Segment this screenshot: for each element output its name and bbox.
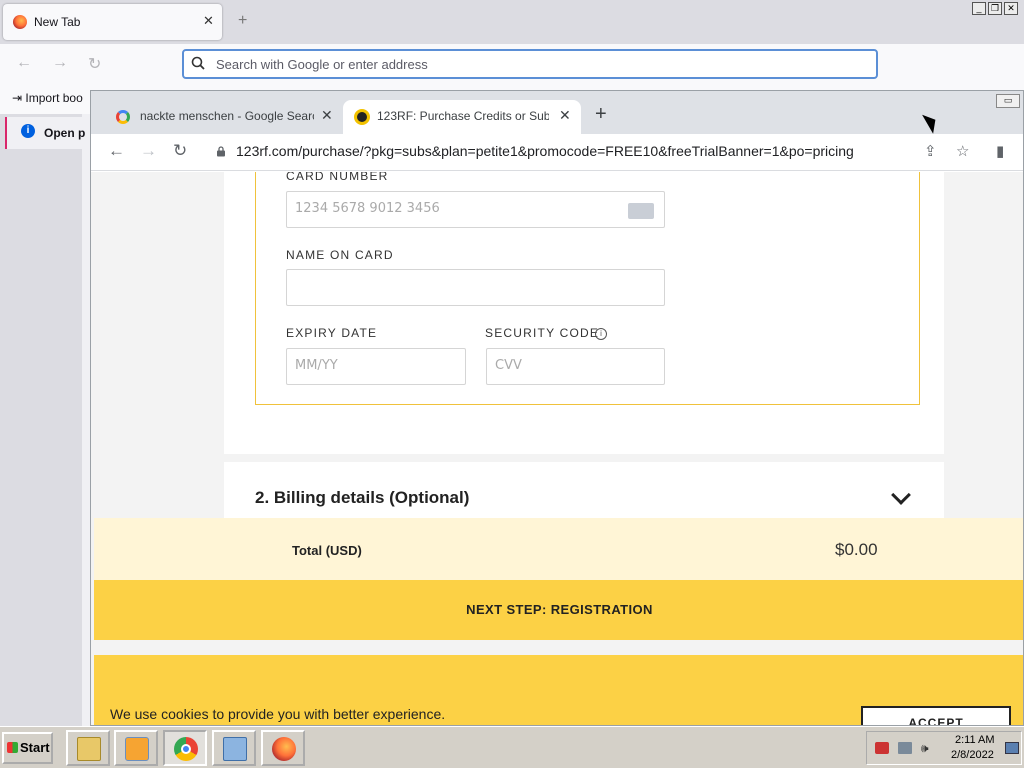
- chrome-window: nackte menschen - Google Search ✕ 123RF:…: [90, 90, 1024, 726]
- firefox-tab-bar: New Tab ✕ + _ ❐ ✕: [0, 0, 1024, 44]
- sidebar-open-label: Open p: [44, 126, 86, 140]
- taskbar-media-player[interactable]: [114, 730, 158, 766]
- next-step-registration-button[interactable]: NEXT STEP: REGISTRATION: [94, 580, 1023, 640]
- expiry-date-label: EXPIRY DATE: [286, 326, 378, 340]
- address-placeholder: Search with Google or enter address: [216, 57, 428, 72]
- chrome-tab-bar: nackte menschen - Google Search ✕ 123RF:…: [91, 91, 1023, 134]
- windows-logo-icon: [7, 742, 18, 753]
- security-code-field[interactable]: CVV: [486, 348, 665, 385]
- lock-icon[interactable]: [216, 146, 226, 157]
- reload-icon[interactable]: ↻: [173, 141, 187, 161]
- taskbar-chrome[interactable]: [163, 730, 207, 766]
- cookie-banner: We use cookies to provide you with bette…: [94, 655, 1023, 725]
- new-tab-icon[interactable]: +: [595, 103, 607, 126]
- forward-arrow-icon[interactable]: →: [140, 141, 157, 161]
- card-number-label: CARD NUMBER: [286, 172, 389, 183]
- close-icon[interactable]: ✕: [559, 107, 571, 124]
- firefox-tab-title: New Tab: [34, 15, 81, 29]
- star-icon[interactable]: ☆: [956, 142, 969, 160]
- credit-card-icon: [628, 203, 654, 219]
- security-code-label: SECURITY CODE: [485, 326, 600, 340]
- cvv-placeholder: CVV: [495, 358, 522, 373]
- start-label: Start: [20, 740, 50, 755]
- firefox-sidebar: [0, 114, 82, 726]
- cookie-message: We use cookies to provide you with bette…: [110, 706, 446, 722]
- network-icon[interactable]: [898, 742, 912, 754]
- firefox-sidebar-open-item[interactable]: i Open p: [5, 117, 86, 149]
- restore-button[interactable]: ❐: [988, 2, 1002, 15]
- url-text[interactable]: 123rf.com/purchase/?pkg=subs&plan=petite…: [236, 143, 854, 159]
- tab-google-search[interactable]: nackte menschen - Google Search ✕: [106, 100, 346, 134]
- firefox-address-bar[interactable]: Search with Google or enter address: [182, 49, 878, 79]
- close-icon[interactable]: ✕: [321, 107, 333, 124]
- chrome-icon-center: [181, 744, 191, 754]
- close-window-button[interactable]: ✕: [1004, 2, 1018, 15]
- tab-title: nackte menschen - Google Search: [140, 109, 314, 123]
- firefox-icon: [272, 737, 296, 761]
- 123rf-icon: [354, 109, 370, 125]
- total-label: Total (USD): [292, 543, 362, 558]
- back-arrow-icon[interactable]: ←: [108, 141, 125, 161]
- import-bookmarks-link[interactable]: ⇥ Import boo: [12, 91, 83, 105]
- search-icon: [191, 56, 205, 70]
- minimize-button[interactable]: ▭: [996, 94, 1020, 108]
- google-icon: [116, 110, 130, 124]
- new-tab-icon[interactable]: +: [238, 12, 247, 30]
- taskbar-firefox[interactable]: [261, 730, 305, 766]
- accept-cookies-button[interactable]: ACCEPT: [861, 706, 1011, 725]
- chrome-toolbar: ← → ↻ 123rf.com/purchase/?pkg=subs&plan=…: [91, 134, 1023, 171]
- info-icon[interactable]: i: [595, 328, 607, 340]
- expiry-date-field[interactable]: MM/YY: [286, 348, 466, 385]
- media-player-icon: [125, 737, 149, 761]
- expiry-placeholder: MM/YY: [295, 358, 338, 373]
- firefox-icon: [13, 15, 27, 29]
- name-on-card-label: NAME ON CARD: [286, 248, 394, 262]
- share-icon[interactable]: ⇪: [924, 142, 937, 160]
- info-icon: i: [21, 124, 35, 138]
- total-value: $0.00: [835, 540, 878, 559]
- clock-time[interactable]: 2:11 AM: [955, 734, 995, 746]
- firefox-tab-new-tab[interactable]: New Tab ✕: [3, 4, 222, 40]
- card-number-field[interactable]: 1234 5678 9012 3456: [286, 191, 665, 228]
- volume-icon[interactable]: 🕪: [921, 742, 935, 754]
- security-alert-icon[interactable]: [875, 742, 889, 754]
- reload-icon[interactable]: ↻: [88, 54, 101, 74]
- billing-details-section[interactable]: 2. Billing details (Optional): [224, 462, 944, 522]
- start-button[interactable]: Start: [2, 732, 53, 764]
- control-panel-icon: [223, 737, 247, 761]
- side-panel-icon[interactable]: ▮: [996, 142, 1004, 160]
- import-icon: ⇥: [12, 91, 26, 105]
- folder-icon: [77, 737, 101, 761]
- taskbar-file-explorer[interactable]: [66, 730, 110, 766]
- billing-details-title: 2. Billing details (Optional): [255, 488, 470, 507]
- name-on-card-field[interactable]: [286, 269, 665, 306]
- tab-title: 123RF: Purchase Credits or Subscrit: [377, 109, 549, 123]
- taskbar: Start 🕪 2:11 AM 2/8/2022: [0, 726, 1024, 768]
- tab-123rf-purchase[interactable]: 123RF: Purchase Credits or Subscrit ✕: [343, 100, 581, 134]
- chrome-icon: [174, 737, 198, 761]
- minimize-button[interactable]: _: [972, 2, 986, 15]
- chevron-down-icon[interactable]: [891, 485, 911, 505]
- card-number-placeholder: 1234 5678 9012 3456: [295, 201, 440, 216]
- forward-arrow-icon[interactable]: →: [52, 54, 68, 72]
- total-bar: Total (USD) $0.00: [94, 518, 1023, 580]
- close-icon[interactable]: ✕: [203, 13, 214, 29]
- system-tray: 🕪 2:11 AM 2/8/2022: [866, 731, 1022, 765]
- back-arrow-icon[interactable]: ←: [16, 54, 32, 72]
- clock-date[interactable]: 2/8/2022: [951, 749, 994, 761]
- import-bookmarks-label: Import boo: [25, 91, 83, 105]
- show-desktop-icon[interactable]: [1005, 742, 1019, 754]
- card-details-box: CARD NUMBER 1234 5678 9012 3456 NAME ON …: [255, 172, 920, 405]
- taskbar-control-panel[interactable]: [212, 730, 256, 766]
- page-content: CARD NUMBER 1234 5678 9012 3456 NAME ON …: [91, 172, 1023, 725]
